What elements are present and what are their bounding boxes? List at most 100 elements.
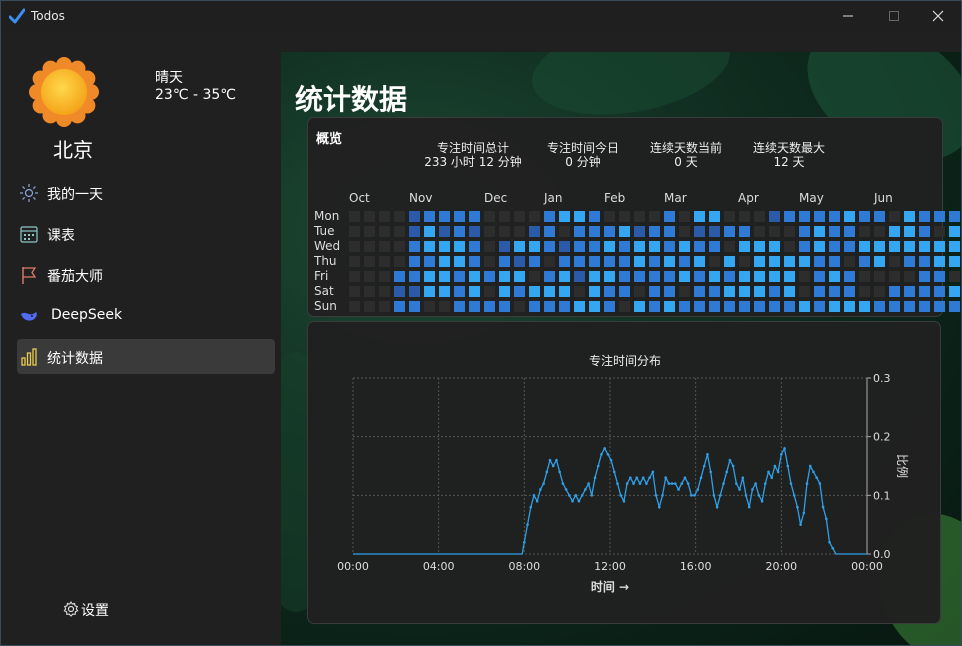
- heatmap-cell: [589, 241, 600, 252]
- heatmap-cell: [604, 286, 615, 297]
- data-point: [780, 452, 783, 456]
- data-point: [635, 476, 639, 480]
- data-point: [805, 482, 809, 485]
- gear-icon: [63, 601, 79, 617]
- heatmap-cell: [724, 226, 735, 237]
- heatmap-cell: [544, 226, 555, 237]
- heatmap-cell: [664, 286, 675, 297]
- heatmap-cell: [619, 211, 630, 222]
- data-point: [539, 488, 542, 491]
- heatmap-cell: [649, 256, 660, 267]
- heatmap-cell: [859, 271, 870, 282]
- weather-condition: 晴天: [155, 70, 183, 86]
- heatmap-cell: [469, 286, 480, 297]
- stat-max-streak: 连续天数最大 12 天: [744, 141, 834, 169]
- heatmap-cell: [919, 301, 930, 312]
- heatmap-cell: [514, 256, 525, 267]
- heatmap-cell: [799, 226, 810, 237]
- heatmap-cell: [694, 301, 705, 312]
- close-icon: [932, 10, 944, 22]
- heatmap-cell: [934, 226, 945, 237]
- heatmap-cell: [664, 301, 675, 312]
- heatmap-cell: [844, 241, 855, 252]
- heatmap-cell: [694, 211, 705, 222]
- stat-label: 连续天数当前: [649, 141, 722, 155]
- heatmap-cell: [409, 286, 420, 297]
- sidebar-item-schedule[interactable]: 课表: [17, 216, 275, 251]
- heatmap-cell: [424, 271, 435, 282]
- heatmap-cell: [919, 241, 930, 252]
- window-title: Todos: [31, 9, 65, 23]
- heatmap-cell: [934, 211, 945, 222]
- data-point: [818, 482, 822, 485]
- title-bar[interactable]: Todos: [1, 1, 961, 31]
- settings-button[interactable]: 设置: [61, 597, 141, 621]
- sidebar-item-label: 番茄大师: [47, 269, 103, 285]
- heatmap-cell: [769, 286, 780, 297]
- heatmap-cell: [634, 226, 645, 237]
- data-point: [606, 452, 610, 456]
- heatmap-cell: [904, 226, 915, 237]
- data-point: [612, 470, 616, 474]
- heatmap-cell: [814, 256, 825, 267]
- stat-value: 233 小时 12 分钟: [424, 155, 522, 169]
- sidebar-item-pomodoro[interactable]: 番茄大师: [17, 257, 275, 292]
- maximize-button[interactable]: [871, 1, 917, 31]
- heatmap-cell: [649, 301, 660, 312]
- sidebar-item-my-day[interactable]: 我的一天: [17, 175, 275, 210]
- heatmap-cell: [499, 241, 510, 252]
- heatmap-cell: [814, 286, 825, 297]
- data-point: [757, 494, 761, 497]
- stat-total-focus: 专注时间总计 233 小时 12 分钟: [418, 141, 528, 169]
- sidebar-item-deepseek[interactable]: DeepSeek: [17, 298, 275, 333]
- heatmap-cell: [514, 211, 525, 222]
- heatmap-cell: [514, 301, 525, 312]
- heatmap-cell: [664, 241, 675, 252]
- heatmap-cell: [844, 256, 855, 267]
- main-content: 统计数据 概览 专注时间总计 233 小时 12 分钟 专注时间今日 0 分钟 …: [281, 52, 961, 645]
- minimize-button[interactable]: [825, 1, 871, 31]
- heatmap-cell: [889, 256, 900, 267]
- heatmap-cell: [919, 226, 930, 237]
- heatmap-cell: [379, 286, 390, 297]
- heatmap-cell: [829, 211, 840, 222]
- heatmap-cell: [559, 211, 570, 222]
- heatmap-cell: [484, 286, 495, 297]
- settings-label: 设置: [81, 603, 109, 619]
- heatmap-cell: [364, 271, 375, 282]
- data-point: [667, 482, 671, 485]
- data-point: [596, 464, 600, 468]
- data-point: [587, 482, 590, 485]
- sidebar-item-statistics[interactable]: 统计数据: [17, 339, 275, 374]
- heatmap-cell: [739, 211, 750, 222]
- y-tick-label: 0.3: [873, 372, 891, 385]
- heatmap-cell: [754, 286, 765, 297]
- heatmap-cell: [514, 241, 525, 252]
- heatmap-cell: [469, 211, 480, 222]
- heatmap-cell: [859, 226, 870, 237]
- heatmap-cell: [424, 301, 435, 312]
- data-point: [702, 464, 706, 468]
- data-point: [744, 494, 748, 497]
- heatmap-cell: [364, 226, 375, 237]
- heatmap-cell: [349, 301, 360, 312]
- heatmap-cell: [709, 286, 720, 297]
- heatmap-cell: [529, 211, 540, 222]
- heatmap-cell: [889, 301, 900, 312]
- heatmap-cell: [349, 271, 360, 282]
- heatmap-cell: [499, 301, 510, 312]
- heatmap-cell: [634, 286, 645, 297]
- heatmap-cell: [949, 271, 960, 282]
- heatmap-cell: [679, 301, 690, 312]
- heatmap-cell: [769, 271, 780, 282]
- stat-value: 12 天: [773, 155, 805, 169]
- close-button[interactable]: [915, 1, 961, 31]
- heatmap-cell: [844, 271, 855, 282]
- heatmap-cell: [724, 241, 735, 252]
- heatmap-cell: [874, 256, 885, 267]
- heatmap-cell: [874, 301, 885, 312]
- heatmap-cell: [784, 256, 795, 267]
- heatmap-cell: [844, 211, 855, 222]
- data-point: [776, 470, 780, 474]
- data-point: [802, 511, 806, 515]
